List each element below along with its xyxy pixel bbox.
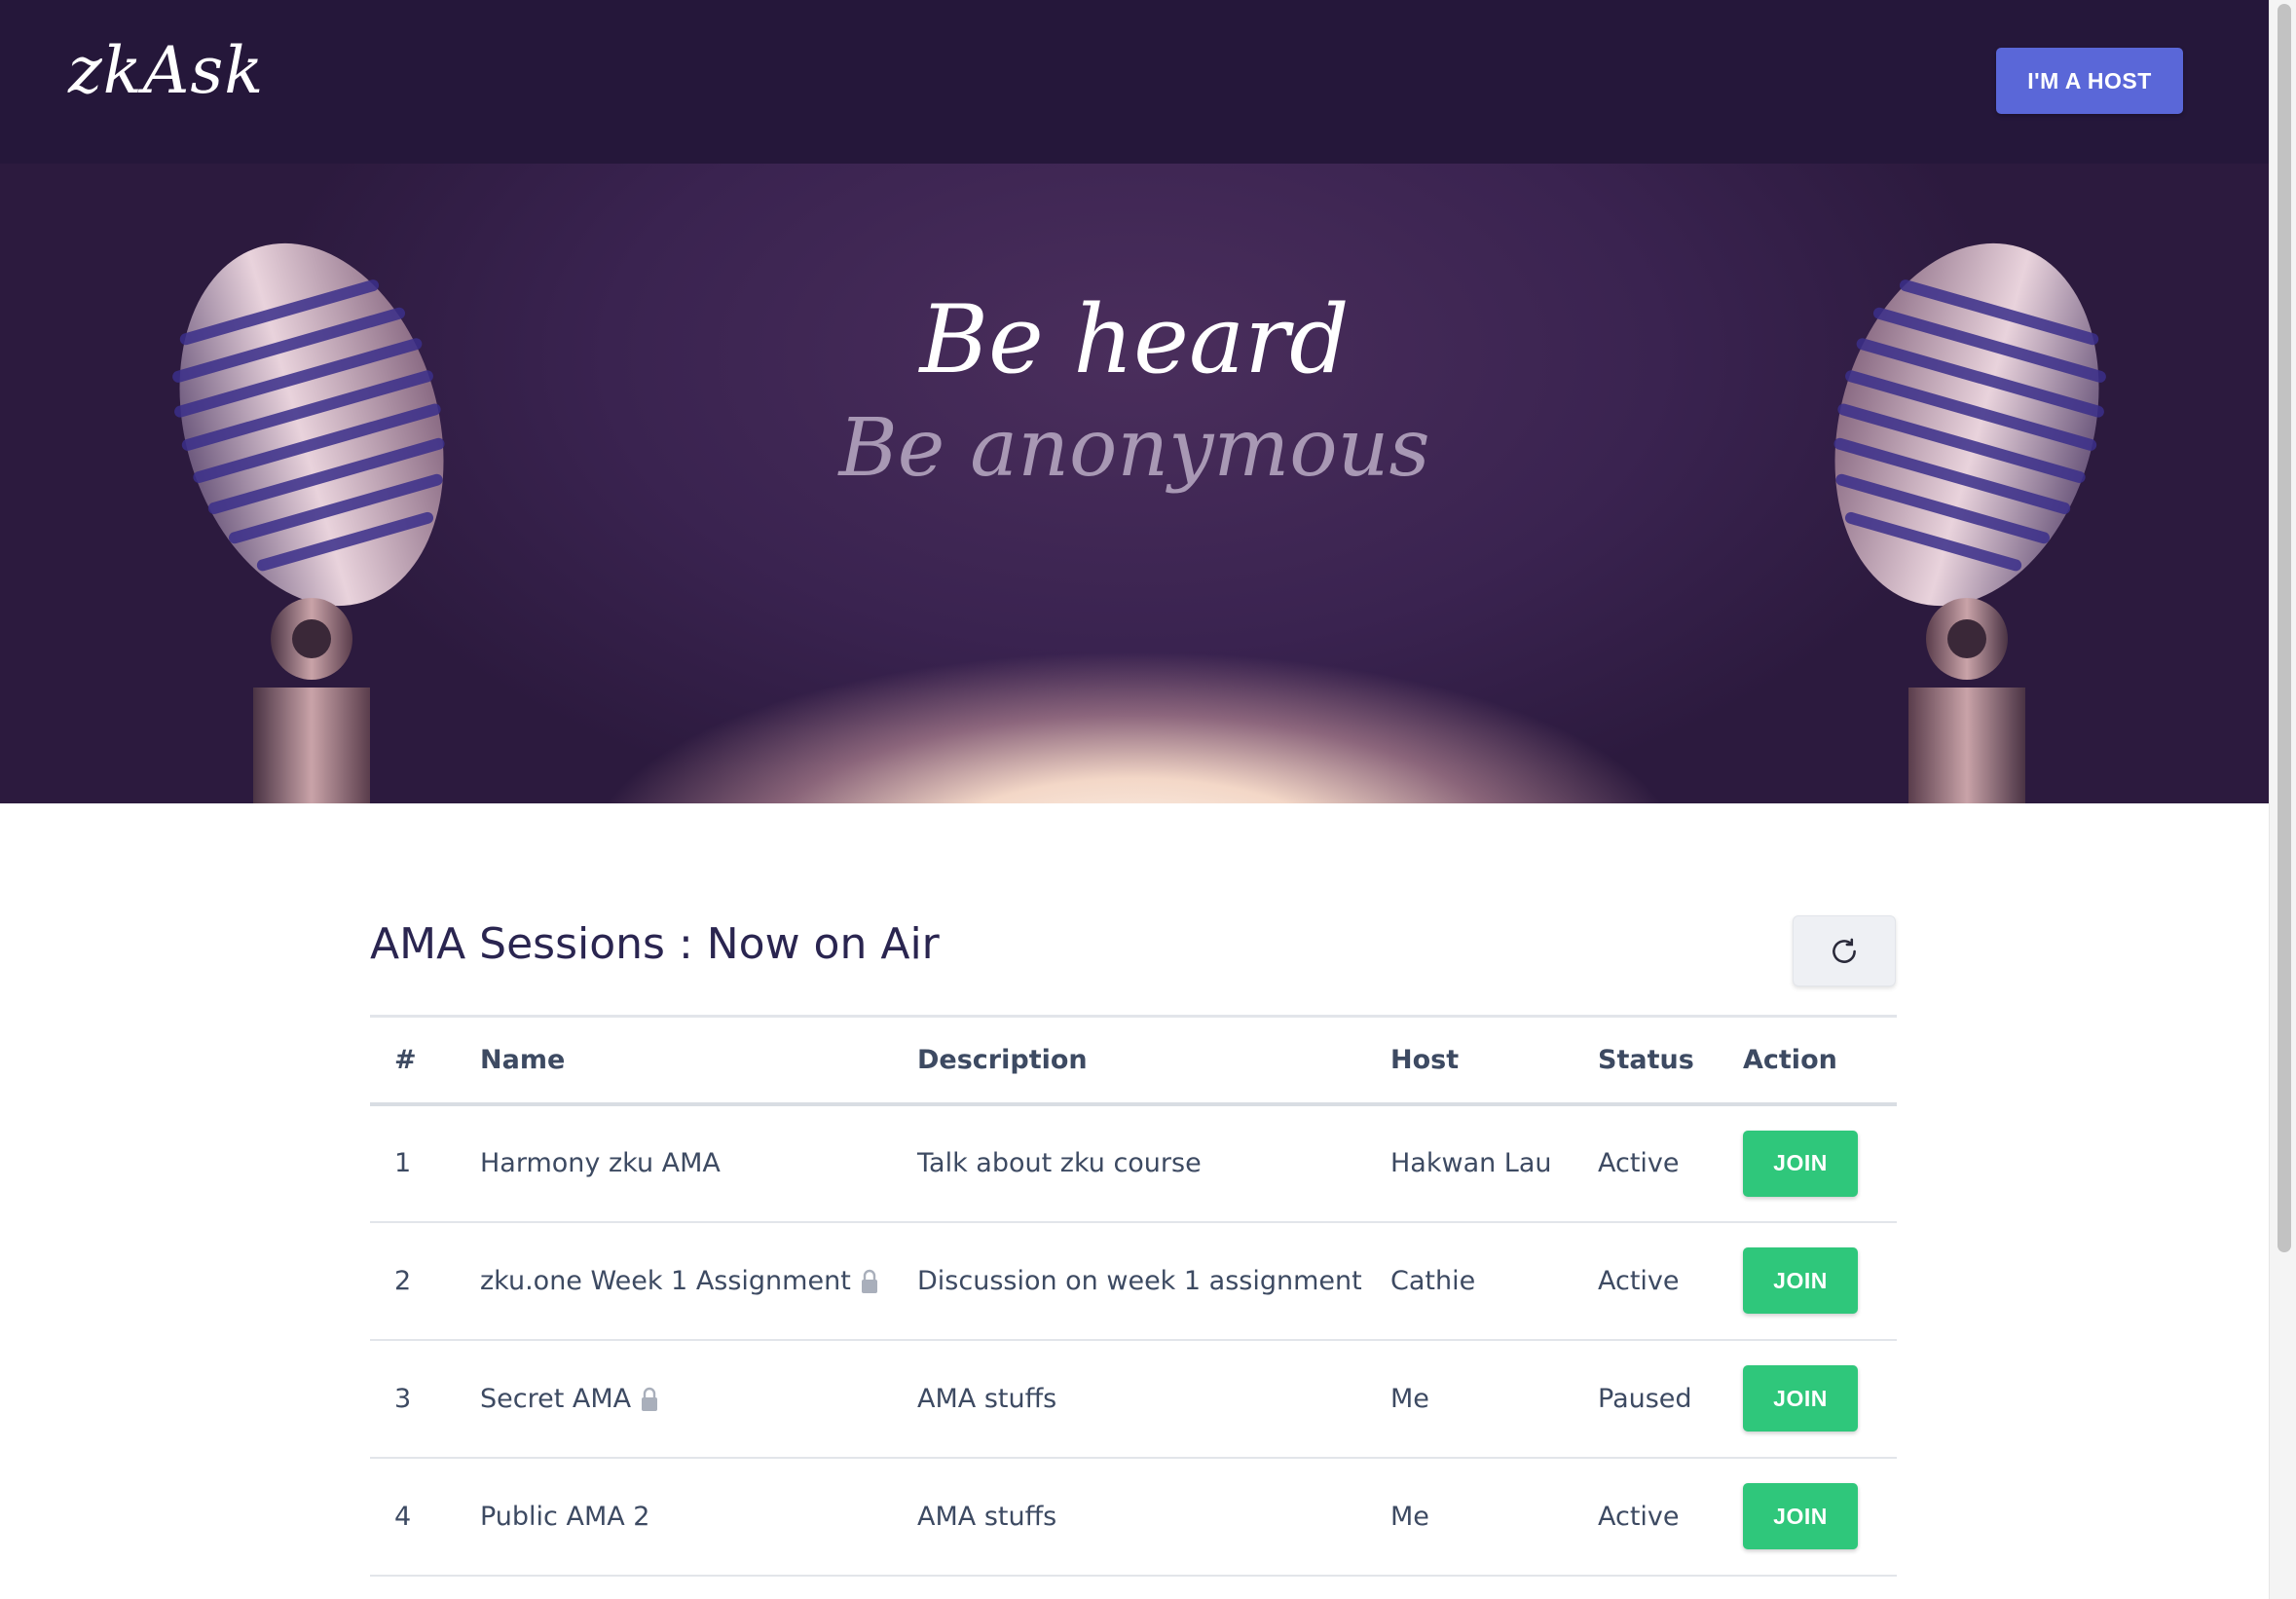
- session-action: JOIN: [1743, 1458, 1897, 1576]
- session-status: Active: [1598, 1148, 1680, 1178]
- table-row: 3 Secret AMA AMA stuffs Me Paused JOIN: [370, 1340, 1897, 1458]
- session-action: JOIN: [1743, 1340, 1897, 1458]
- session-name: Harmony zku AMA: [480, 1104, 917, 1222]
- refresh-button[interactable]: [1793, 915, 1896, 986]
- sessions-table: # Name Description Host Status Action 1 …: [370, 1015, 1897, 1577]
- lock-icon: [861, 1269, 877, 1293]
- session-description: Talk about zku course: [917, 1148, 1202, 1178]
- session-host: Hakwan Lau: [1390, 1148, 1552, 1178]
- session-action: JOIN: [1743, 1104, 1897, 1222]
- table-row: 1 Harmony zku AMA Talk about zku course …: [370, 1104, 1897, 1222]
- column-header-status: Status: [1598, 1044, 1694, 1075]
- hero-tagline-primary: Be heard: [919, 285, 1350, 394]
- session-host: Me: [1390, 1501, 1429, 1532]
- column-header-action: Action: [1743, 1044, 1837, 1075]
- hero-tagline-secondary: Be anonymous: [838, 402, 1430, 495]
- row-number: 1: [394, 1148, 412, 1178]
- vertical-scrollbar[interactable]: [2269, 0, 2296, 1599]
- session-name-text: Harmony zku AMA: [480, 1148, 721, 1178]
- session-status: Active: [1598, 1265, 1680, 1296]
- row-number: 3: [394, 1383, 412, 1414]
- session-description: AMA stuffs: [917, 1383, 1057, 1414]
- session-name: zku.one Week 1 Assignment: [480, 1222, 917, 1340]
- refresh-icon: [1833, 938, 1856, 963]
- session-name-text: Public AMA 2: [480, 1501, 650, 1532]
- join-button[interactable]: JOIN: [1743, 1130, 1858, 1197]
- session-status: Paused: [1598, 1383, 1692, 1414]
- table-row: 4 Public AMA 2 AMA stuffs Me Active JOIN: [370, 1458, 1897, 1576]
- session-name-text: Secret AMA: [480, 1383, 632, 1414]
- lock-icon: [642, 1387, 658, 1411]
- session-name-text: zku.one Week 1 Assignment: [480, 1265, 851, 1296]
- section-title: AMA Sessions : Now on Air: [370, 919, 940, 969]
- column-header-description: Description: [917, 1044, 1088, 1075]
- navbar: zkAsk I'M A HOST: [0, 0, 2269, 164]
- session-name: Public AMA 2: [480, 1458, 917, 1576]
- column-header-number: #: [394, 1044, 417, 1075]
- join-button[interactable]: JOIN: [1743, 1247, 1858, 1314]
- join-button[interactable]: JOIN: [1743, 1483, 1858, 1549]
- row-number: 4: [394, 1501, 412, 1532]
- scrollbar-thumb[interactable]: [2277, 4, 2291, 1252]
- session-description: Discussion on week 1 assignment: [917, 1265, 1362, 1296]
- session-host: Me: [1390, 1383, 1429, 1414]
- session-host: Cathie: [1390, 1265, 1476, 1296]
- session-name: Secret AMA: [480, 1340, 917, 1458]
- column-header-name: Name: [480, 1044, 566, 1075]
- im-a-host-button[interactable]: I'M A HOST: [1996, 48, 2183, 114]
- session-description: AMA stuffs: [917, 1501, 1057, 1532]
- table-row: 2 zku.one Week 1 Assignment Discussion o…: [370, 1222, 1897, 1340]
- row-number: 2: [394, 1265, 412, 1296]
- table-header-row: # Name Description Host Status Action: [370, 1016, 1897, 1104]
- logo[interactable]: zkAsk: [68, 33, 264, 108]
- session-action: JOIN: [1743, 1222, 1897, 1340]
- session-status: Active: [1598, 1501, 1680, 1532]
- hero-banner: Be heard Be anonymous: [0, 164, 2269, 803]
- column-header-host: Host: [1390, 1044, 1460, 1075]
- join-button[interactable]: JOIN: [1743, 1365, 1858, 1432]
